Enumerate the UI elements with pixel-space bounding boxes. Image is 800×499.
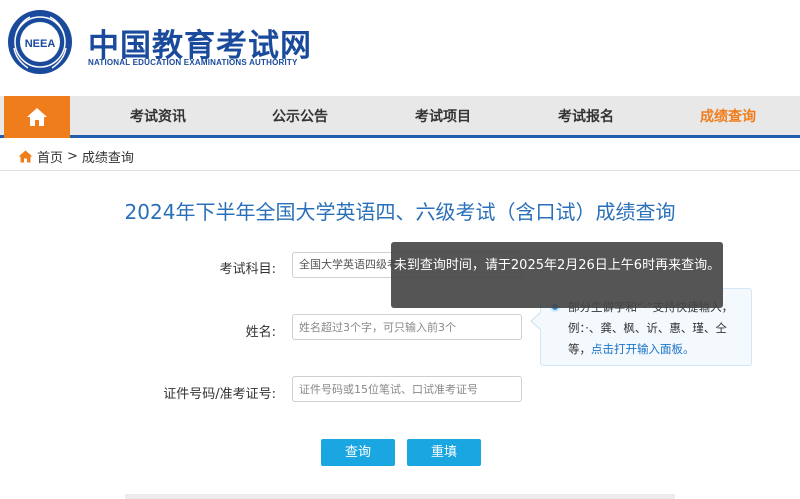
site-header: NEEA 中国教育考试网 NATIONAL EDUCATION EXAMINAT… <box>0 0 800 95</box>
breadcrumb-home-icon <box>18 150 33 162</box>
home-icon <box>27 108 47 126</box>
open-input-panel-link[interactable]: 点击打开输入面板。 <box>591 342 695 356</box>
breadcrumb-divider <box>0 170 800 171</box>
query-button[interactable]: 查询 <box>321 439 395 466</box>
breadcrumb-home-link[interactable]: 首页 <box>37 147 63 166</box>
nav-item-registration[interactable]: 考试报名 <box>536 96 636 138</box>
main-nav: 考试资讯 公示公告 考试项目 考试报名 成绩查询 <box>0 96 800 138</box>
hint-arrow-inner <box>532 313 541 329</box>
query-time-toast: 未到查询时间，请于2025年2月26日上午6时再来查询。 <box>391 242 723 308</box>
reset-button[interactable]: 重填 <box>407 439 481 466</box>
breadcrumb-separator: > <box>67 148 78 164</box>
subject-label: 考试科目: <box>219 262 276 277</box>
id-label: 证件号码/准考证号: <box>163 387 276 402</box>
name-label: 姓名: <box>245 325 276 340</box>
logo-text: NEEA <box>25 38 56 50</box>
id-input[interactable] <box>292 376 522 402</box>
nav-item-exams[interactable]: 考试项目 <box>393 96 493 138</box>
breadcrumb: 首页 > 成绩查询 <box>18 146 134 166</box>
neea-logo-icon[interactable]: NEEA <box>6 8 74 76</box>
nav-item-score-query[interactable]: 成绩查询 <box>678 96 778 138</box>
bottom-divider <box>125 494 675 499</box>
nav-home-button[interactable] <box>4 96 70 138</box>
nav-item-news[interactable]: 考试资讯 <box>108 96 208 138</box>
breadcrumb-current: 成绩查询 <box>81 150 134 166</box>
name-input[interactable] <box>292 314 522 340</box>
page-title: 2024年下半年全国大学英语四、六级考试（含口试）成绩查询 <box>124 200 676 224</box>
site-subtitle: NATIONAL EDUCATION EXAMINATIONS AUTHORIT… <box>88 58 298 67</box>
nav-item-announcements[interactable]: 公示公告 <box>250 96 350 138</box>
